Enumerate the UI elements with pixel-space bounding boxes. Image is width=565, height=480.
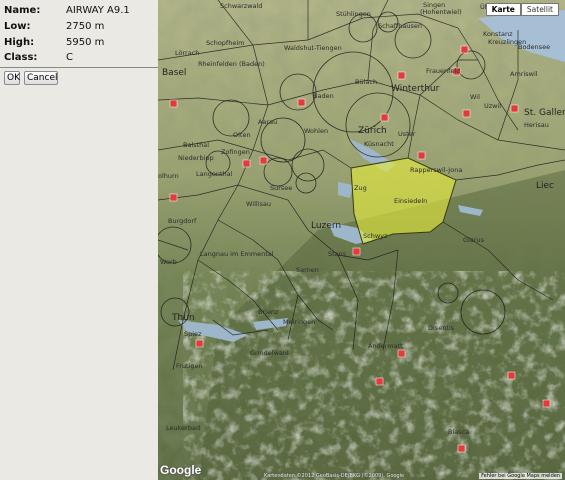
- label-stans: Stans: [328, 250, 347, 258]
- report-map-error-link[interactable]: Fehler bei Google Maps melden: [479, 473, 562, 479]
- ok-button[interactable]: OK: [4, 71, 20, 85]
- label-einsiedeln: Einsiedeln: [394, 197, 427, 205]
- label-burgdorf: Burgdorf: [168, 217, 197, 225]
- label-luzern: Luzern: [311, 221, 341, 231]
- label-balsthal: Balsthal: [183, 141, 209, 149]
- map-copyright: Kartendaten ©2012 GeoBasis-DE/BKG (©2009…: [264, 473, 405, 479]
- label-frauenfeld: Frauenfeld: [426, 67, 460, 75]
- label-niederbipp: Niederbipp: [178, 154, 214, 162]
- map-type-satellit-button[interactable]: Satellit: [520, 3, 559, 16]
- map-type-karte-button[interactable]: Karte: [485, 3, 521, 16]
- label-schwyz: Schwyz: [363, 232, 388, 240]
- low-label: Low:: [4, 21, 31, 32]
- map-view[interactable]: Schwarzwald Singen (Hohentwiel) Überl St…: [158, 0, 565, 480]
- label-basel: Basel: [162, 68, 186, 78]
- label-schaffhausen: Schaffhausen: [378, 22, 422, 30]
- label-willisau: Willisau: [246, 200, 271, 208]
- label-rapperswil: Rapperswil-Jona: [410, 166, 462, 174]
- label-sarnen: Sarnen: [296, 266, 319, 274]
- label-sursee: Sursee: [270, 184, 292, 192]
- label-bulach: Bülach: [355, 78, 377, 86]
- label-uster: Uster: [398, 130, 416, 138]
- label-glarus: Glarus: [463, 236, 485, 244]
- class-value: C: [66, 52, 73, 63]
- label-uzwil: Uzwil: [484, 102, 501, 110]
- label-thun: Thun: [171, 313, 195, 323]
- label-spiez: Spiez: [184, 330, 202, 338]
- google-logo[interactable]: Google: [160, 463, 201, 477]
- label-schopfheim: Schopfheim: [206, 39, 244, 47]
- label-frutigen: Frutigen: [176, 362, 203, 370]
- label-stuhlingen: Stühlingen: [336, 10, 371, 18]
- label-winterthur: Winterthur: [391, 84, 440, 94]
- label-hohentwiel: (Hohentwiel): [420, 8, 462, 16]
- high-label: High:: [4, 37, 35, 48]
- label-wil: Wil: [470, 93, 480, 101]
- label-langenthal: Langenthal: [196, 170, 233, 178]
- label-herisau: Herisau: [524, 121, 549, 129]
- map-type-control: Karte Satellit: [485, 3, 559, 16]
- map-canvas[interactable]: Schwarzwald Singen (Hohentwiel) Überl St…: [158, 0, 565, 480]
- label-aarau: Aarau: [258, 118, 277, 126]
- label-zurich: Zürich: [358, 126, 387, 136]
- label-worb: Worb: [160, 258, 177, 266]
- label-biasca: Biasca: [448, 428, 469, 436]
- label-rheinfelden: Rheinfelden (Baden): [198, 60, 265, 68]
- label-olten: Olten: [233, 131, 251, 139]
- label-schwarzwald: Schwarzwald: [220, 2, 262, 10]
- divider: [0, 67, 160, 68]
- label-disentis: Disentis: [428, 324, 455, 332]
- label-lorrach: Lörrach: [175, 49, 199, 57]
- low-value: 2750 m: [66, 21, 105, 32]
- high-value: 5950 m: [66, 37, 105, 48]
- label-liechtenstein: Liec: [536, 181, 554, 191]
- class-label: Class:: [4, 52, 38, 63]
- label-brienz: Brienz: [258, 308, 279, 316]
- label-amriswil: Amriswil: [510, 70, 538, 78]
- label-solothurn: olhurn: [158, 172, 179, 180]
- label-stgallen: St. Gallen: [524, 108, 565, 118]
- name-value: AIRWAY A9.1: [66, 5, 130, 16]
- label-andermatt: Andermatt: [368, 342, 403, 350]
- label-wohlen: Wohlen: [304, 127, 328, 135]
- cancel-button[interactable]: Cancel: [24, 71, 58, 85]
- label-zug: Zug: [354, 184, 367, 192]
- label-konstanz: Konstanz: [483, 30, 513, 38]
- label-langnau: Langnau im Emmental: [200, 250, 274, 258]
- label-grindelwald: Grindelwald: [250, 349, 289, 357]
- label-kussnacht: Küsnacht: [364, 140, 394, 148]
- label-bodensee: Bodensee: [518, 43, 550, 51]
- name-label: Name:: [4, 5, 41, 16]
- label-leukerbad: Leukerbad: [166, 424, 200, 432]
- label-zofingen: Zofingen: [221, 148, 250, 156]
- airspace-info-panel: Name: AIRWAY A9.1 Low: 2750 m High: 5950…: [0, 0, 160, 480]
- label-waldshut: Waldshut-Tiengen: [284, 44, 342, 52]
- label-meiringen: Meiringen: [283, 318, 315, 326]
- label-baden: Baden: [313, 92, 334, 100]
